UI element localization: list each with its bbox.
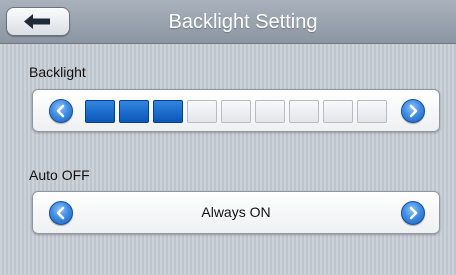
auto-off-label: Auto OFF — [29, 167, 90, 183]
page-title: Backlight Setting — [168, 11, 318, 33]
auto-off-next-button[interactable] — [401, 201, 425, 225]
backlight-segment[interactable] — [357, 100, 387, 123]
backlight-segment[interactable] — [153, 100, 183, 123]
chevron-right-icon — [409, 104, 418, 118]
chevron-left-icon — [56, 104, 65, 118]
backlight-segment[interactable] — [187, 100, 217, 123]
backlight-segment[interactable] — [85, 100, 115, 123]
backlight-label: Backlight — [29, 64, 86, 80]
backlight-segment[interactable] — [323, 100, 353, 123]
auto-off-panel: Always ON — [32, 191, 440, 234]
title-bar: Backlight Setting — [0, 0, 456, 44]
backlight-panel — [32, 89, 440, 132]
chevron-right-icon — [409, 206, 418, 220]
backlight-segment[interactable] — [119, 100, 149, 123]
backlight-segment[interactable] — [221, 100, 251, 123]
backlight-increase-button[interactable] — [401, 99, 425, 123]
auto-off-value: Always ON — [201, 204, 271, 220]
backlight-segment[interactable] — [289, 100, 319, 123]
backlight-decrease-button[interactable] — [49, 99, 73, 123]
backlight-segment[interactable] — [255, 100, 285, 123]
